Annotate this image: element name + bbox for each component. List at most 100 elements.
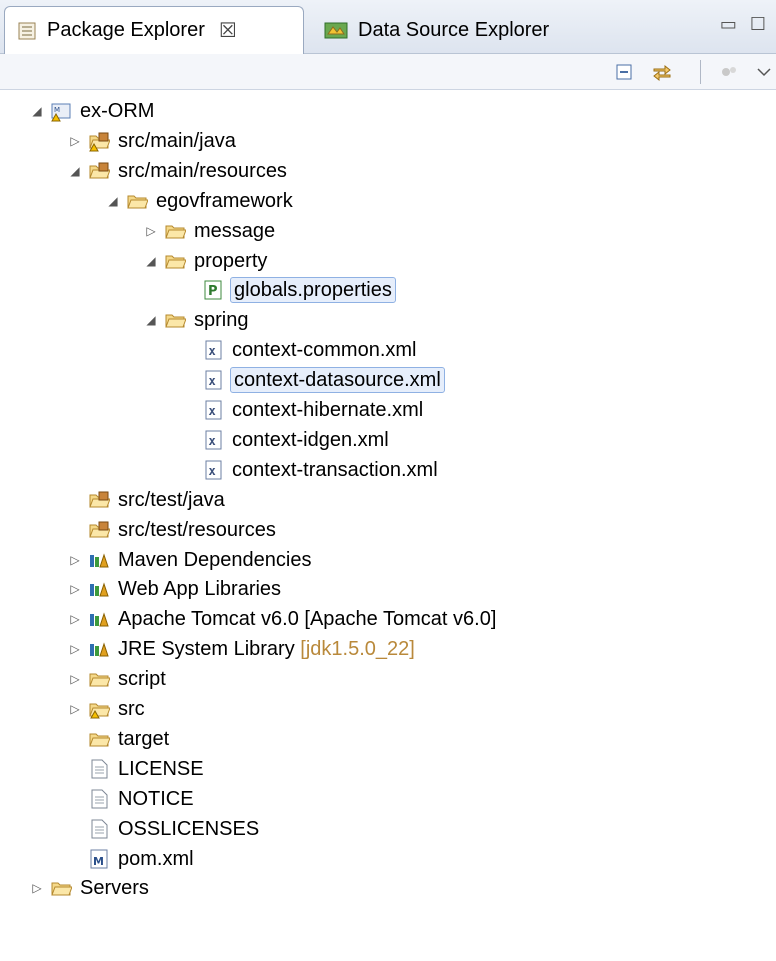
tree-item[interactable]: Mpom.xml [0,844,776,874]
tree-item[interactable]: x context-idgen.xml [0,425,776,455]
tree-item[interactable]: ◢ egovframework [0,186,776,216]
folder-warning-icon [89,703,110,719]
chevron-down-icon[interactable] [752,60,776,84]
tree-item[interactable]: LICENSE [0,754,776,784]
expanded-arrow-icon[interactable]: ◢ [106,186,120,216]
tree-item[interactable]: ▷ Web App Libraries [0,574,776,604]
svg-text:x: x [209,374,216,388]
source-folder-icon [89,521,110,538]
package-tree: ◢ Mex-ORM ▷ src/main/java ◢ src/main/resource… [0,96,776,961]
view-menu-button[interactable] [718,60,742,84]
tree-item-label: pom.xml [118,847,194,870]
collapsed-arrow-icon[interactable]: ▷ [68,634,82,664]
package-explorer-icon [18,22,36,39]
xml-file-icon: x [205,370,222,390]
folder-icon [165,314,186,328]
tree-item[interactable]: x context-datasource.xml [0,365,776,395]
tree-item[interactable]: ▷ script [0,664,776,694]
tree-item[interactable]: src/test/resources [0,515,776,545]
tree-item-label: context-idgen.xml [232,428,389,451]
xml-file-icon: x [205,340,222,360]
tree-item-label: Apache Tomcat v6.0 [Apache Tomcat v6.0] [118,608,497,631]
collapsed-arrow-icon[interactable]: ▷ [30,873,44,903]
tree-item-label: LICENSE [118,757,204,780]
tree-item[interactable]: ▷ Servers [0,873,776,903]
xml-file-icon: x [205,400,222,420]
expanded-arrow-icon[interactable]: ◢ [30,96,44,126]
text-file-icon [91,759,108,779]
tree-item-label: Web App Libraries [118,578,282,601]
window-controls[interactable]: ▭ ☐ [720,14,770,35]
expanded-arrow-icon[interactable]: ◢ [68,156,82,186]
tree-item-label: src [118,698,145,720]
tree-item-label: message [194,219,276,242]
tab-package-explorer[interactable]: Package Explorer ☒ [4,6,304,54]
tree-item[interactable]: ▷ Maven Dependencies [0,545,776,575]
tree-item[interactable]: Pglobals.properties [0,275,776,305]
library-icon [90,612,109,627]
tree-item[interactable]: x context-hibernate.xml [0,395,776,425]
folder-icon [89,733,110,747]
tree-item[interactable]: ◢ property [0,246,776,276]
text-file-icon [91,819,108,839]
tree-item[interactable]: x context-transaction.xml [0,455,776,485]
link-with-editor-icon [653,64,671,82]
close-icon[interactable]: ☒ [219,18,237,43]
svg-text:x: x [209,344,216,358]
tree-item[interactable]: ◢ spring [0,305,776,335]
collapse-all-icon [616,64,632,80]
tree-item-label: globals.properties [230,277,396,304]
tree-item-label: context-transaction.xml [232,458,438,481]
tree-item-label: src/test/resources [118,518,276,541]
folder-icon [165,255,186,268]
tree-item-label: src/main/java [118,129,236,152]
tree-item[interactable]: ◢ src/main/resources [0,156,776,186]
tree-item-label: ex-ORM [80,100,155,122]
collapsed-arrow-icon[interactable]: ▷ [68,126,82,156]
svg-text:x: x [209,434,216,448]
folder-icon [127,195,148,209]
expanded-arrow-icon[interactable]: ◢ [144,246,158,276]
tree-item-label: NOTICE [118,787,194,810]
folder-icon [89,673,110,687]
collapsed-arrow-icon[interactable]: ▷ [68,604,82,634]
folder-icon [51,882,72,896]
maven-pom-icon: M [90,849,108,868]
tree-item[interactable]: ▷ src [0,694,776,724]
tab-label: Package Explorer [47,19,205,41]
xml-file-icon: x [205,430,222,450]
tab-data-source-explorer[interactable]: Data Source Explorer [312,6,592,54]
tree-item[interactable]: ▷ src/main/java [0,126,776,156]
collapsed-arrow-icon[interactable]: ▷ [68,664,82,694]
tree-item-label: src/test/java [118,488,225,511]
tree-item[interactable]: ▷ JRE System Library [jdk1.5.0_22] [0,634,776,664]
library-icon [90,552,109,567]
svg-text:x: x [209,404,216,418]
tree-item[interactable]: NOTICE [0,784,776,814]
tree-item[interactable]: ▷ Apache Tomcat v6.0 [Apache Tomcat v6.0] [0,604,776,634]
tree-item[interactable]: ◢ Mex-ORM [0,96,776,126]
text-file-icon [91,789,108,809]
tree-item[interactable]: target [0,724,776,754]
collapsed-arrow-icon[interactable]: ▷ [68,545,82,575]
tree-item-label: egovframework [156,189,293,212]
library-icon [90,642,109,657]
source-folder-icon [89,491,110,508]
collapsed-arrow-icon[interactable]: ▷ [68,574,82,604]
maven-project-icon: M [51,103,71,122]
tree-item[interactable]: ▷ message [0,216,776,246]
tree-item[interactable]: x context-common.xml [0,335,776,365]
link-with-editor-button[interactable] [650,60,674,84]
tree-item-label: context-common.xml [232,339,417,362]
expanded-arrow-icon[interactable]: ◢ [144,305,158,335]
source-folder-warning-icon [89,132,110,152]
properties-file-icon: P [204,280,222,300]
tree-item-label: target [118,727,170,750]
folder-icon [165,225,186,239]
collapsed-arrow-icon[interactable]: ▷ [144,216,158,246]
collapsed-arrow-icon[interactable]: ▷ [68,694,82,724]
view-tab-bar: Package Explorer ☒ Data Source Explorer … [0,0,776,54]
tree-item[interactable]: OSSLICENSES [0,814,776,844]
tree-item[interactable]: src/test/java [0,485,776,515]
collapse-all-button[interactable] [612,60,636,84]
